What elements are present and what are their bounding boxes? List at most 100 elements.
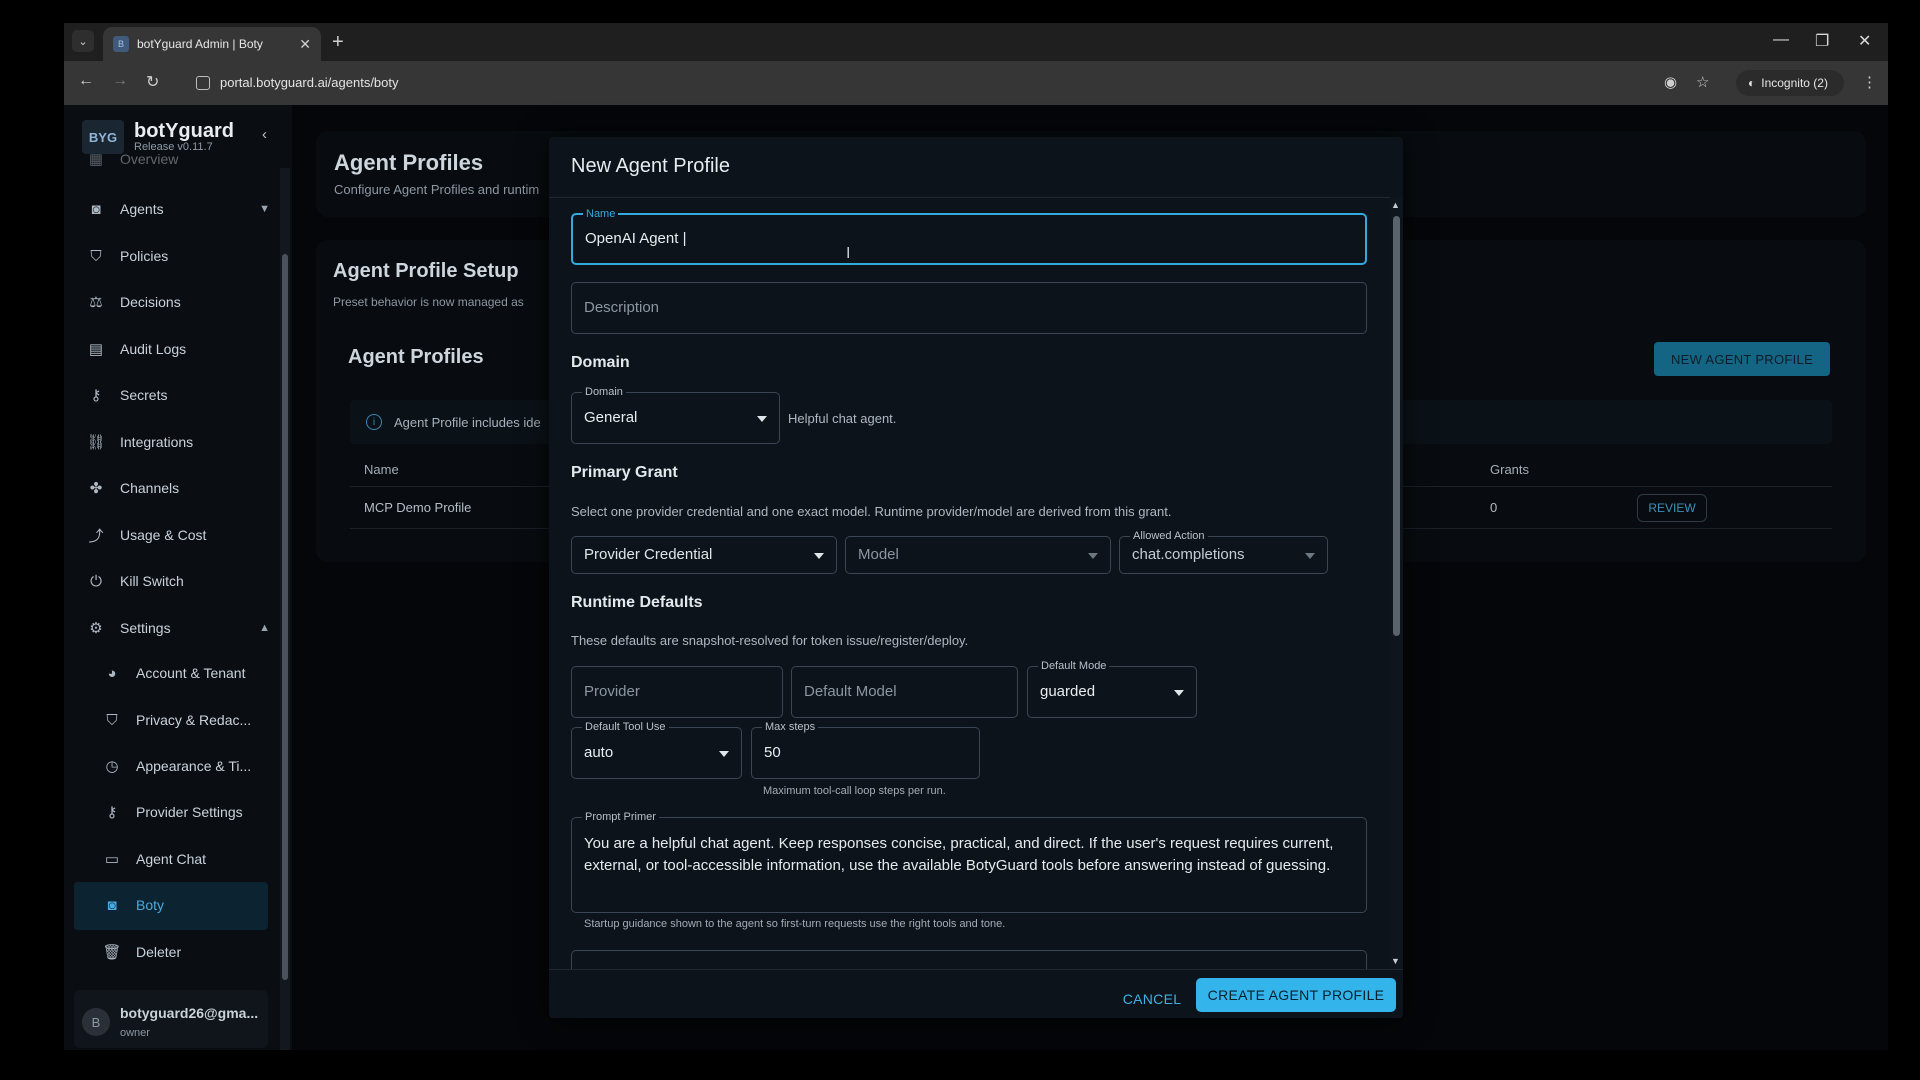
chevron-down-icon bbox=[1305, 553, 1315, 559]
default-mode-select[interactable]: Default Mode guarded bbox=[1027, 659, 1197, 718]
sidebar-item-label: Boty bbox=[136, 897, 165, 913]
url-field[interactable]: portal.botyguard.ai/agents/boty bbox=[196, 75, 399, 90]
chevron-down-icon bbox=[719, 751, 729, 757]
sidebar-item-label: Decisions bbox=[120, 294, 181, 310]
new-tab-icon[interactable]: + bbox=[332, 31, 344, 53]
column-header-name[interactable]: Name bbox=[364, 462, 399, 477]
name-value: OpenAI Agent | bbox=[585, 230, 687, 247]
site-settings-icon[interactable] bbox=[196, 75, 210, 90]
default-mode-label: Default Mode bbox=[1038, 659, 1110, 673]
prompt-primer-helper: Startup guidance shown to the agent so f… bbox=[584, 918, 1006, 930]
create-agent-profile-button[interactable]: CREATE AGENT PROFILE bbox=[1196, 978, 1396, 1012]
key-icon: ⚷ bbox=[90, 387, 102, 404]
tab-search-dropdown-icon[interactable]: ⌄ bbox=[72, 30, 94, 52]
sidebar-item-label: Account & Tenant bbox=[136, 665, 246, 681]
sidebar-item-label: Deleter bbox=[136, 944, 182, 960]
sidebar-item-agent-chat[interactable]: ▭ Agent Chat bbox=[102, 842, 270, 876]
restore-icon[interactable]: ❐ bbox=[1815, 31, 1829, 51]
chevron-down-icon bbox=[814, 553, 824, 559]
domain-label: Domain bbox=[582, 385, 626, 399]
robot-icon: ◙ bbox=[91, 200, 101, 218]
minimize-icon[interactable]: — bbox=[1773, 31, 1789, 49]
chevron-up-icon: ▲ bbox=[259, 622, 270, 634]
favicon-icon: B bbox=[113, 36, 129, 52]
dialog-scrollbar-thumb[interactable] bbox=[1393, 216, 1400, 636]
scroll-up-icon[interactable]: ▲ bbox=[1391, 200, 1400, 210]
sidebar-item-boty[interactable]: ◙ Boty bbox=[102, 888, 270, 922]
incognito-badge[interactable]: ◐ Incognito (2) bbox=[1736, 70, 1844, 96]
bookmark-star-icon[interactable]: ☆ bbox=[1696, 73, 1709, 91]
chevron-down-icon bbox=[757, 416, 767, 422]
avatar: B bbox=[82, 1008, 110, 1036]
sidebar-item-audit-logs[interactable]: ▤ Audit Logs bbox=[86, 332, 270, 366]
sidebar-item-label: Overview bbox=[120, 151, 179, 167]
url-text: portal.botyguard.ai/agents/boty bbox=[220, 75, 399, 90]
model-select[interactable]: Model bbox=[845, 536, 1111, 574]
sidebar-item-provider-settings[interactable]: ⚷ Provider Settings bbox=[102, 795, 270, 829]
max-steps-field[interactable]: Max steps 50 bbox=[751, 720, 980, 779]
new-agent-profile-button[interactable]: NEW AGENT PROFILE bbox=[1654, 342, 1830, 376]
sidebar-item-settings[interactable]: ⚙ Settings ▲ bbox=[86, 611, 270, 645]
description-field[interactable]: Description bbox=[571, 282, 1367, 334]
robot-icon: ◙ bbox=[107, 896, 117, 914]
reload-icon[interactable]: ↻ bbox=[146, 72, 159, 92]
model-placeholder: Model bbox=[858, 546, 899, 563]
next-field-partial[interactable] bbox=[571, 950, 1367, 970]
collapse-sidebar-icon[interactable]: ‹ bbox=[262, 126, 267, 143]
cancel-button[interactable]: CANCEL bbox=[1114, 984, 1190, 1014]
domain-helper-text: Helpful chat agent. bbox=[788, 411, 897, 426]
chart-icon: ⤴ bbox=[88, 527, 104, 545]
back-icon[interactable]: ← bbox=[78, 72, 94, 90]
brand-logo: BYG bbox=[82, 120, 124, 154]
privacy-shield-icon: ⛉ bbox=[106, 711, 118, 729]
sidebar-item-label: Settings bbox=[120, 620, 171, 636]
sidebar-item-secrets[interactable]: ⚷ Secrets bbox=[86, 378, 270, 412]
sidebar-item-usage-cost[interactable]: ⤴ Usage & Cost bbox=[86, 518, 270, 552]
review-button[interactable]: REVIEW bbox=[1637, 494, 1707, 522]
sidebar-item-integrations[interactable]: ⛓ Integrations bbox=[86, 425, 270, 459]
dialog-header-divider bbox=[549, 197, 1403, 198]
sidebar-item-appearance[interactable]: ◷ Appearance & Ti... bbox=[102, 749, 270, 783]
sidebar-item-kill-switch[interactable]: ⏻ Kill Switch bbox=[86, 564, 270, 598]
dialog-footer-divider bbox=[549, 969, 1403, 970]
eye-off-icon[interactable]: ◉ bbox=[1664, 73, 1677, 91]
close-window-icon[interactable]: ✕ bbox=[1858, 31, 1871, 51]
sidebar-item-account-tenant[interactable]: ◕ Account & Tenant bbox=[102, 656, 270, 690]
max-steps-value: 50 bbox=[764, 744, 781, 761]
sidebar-item-agents[interactable]: ◙ Agents ▼ bbox=[86, 192, 270, 226]
domain-value: General bbox=[584, 409, 638, 426]
sidebar-scrollbar-thumb[interactable] bbox=[282, 254, 288, 980]
chevron-down-icon bbox=[1088, 553, 1098, 559]
column-header-grants[interactable]: Grants bbox=[1490, 462, 1529, 477]
runtime-defaults-heading: Runtime Defaults bbox=[571, 594, 703, 611]
browser-tab[interactable]: B botYguard Admin | Boty ✕ bbox=[103, 27, 321, 61]
chat-icon: ▭ bbox=[104, 851, 120, 868]
sidebar-item-label: Kill Switch bbox=[120, 573, 184, 589]
close-tab-icon[interactable]: ✕ bbox=[299, 36, 311, 53]
sidebar-item-privacy[interactable]: ⛉ Privacy & Redac... bbox=[102, 703, 270, 737]
name-field[interactable]: Name OpenAI Agent | bbox=[571, 207, 1367, 265]
description-placeholder: Description bbox=[584, 299, 660, 316]
default-tool-use-label: Default Tool Use bbox=[582, 720, 669, 734]
info-icon: i bbox=[366, 414, 382, 430]
setup-subtitle: Preset behavior is now managed as bbox=[333, 295, 524, 309]
provider-field[interactable]: Provider bbox=[571, 666, 783, 718]
scroll-down-icon[interactable]: ▼ bbox=[1391, 956, 1400, 966]
forward-icon[interactable]: → bbox=[112, 72, 128, 90]
sidebar-item-channels[interactable]: ✤ Channels bbox=[86, 471, 270, 505]
sidebar-item-decisions[interactable]: ⚖ Decisions bbox=[86, 285, 270, 319]
provider-credential-select[interactable]: Provider Credential bbox=[571, 536, 837, 574]
default-tool-use-select[interactable]: Default Tool Use auto bbox=[571, 720, 742, 779]
default-mode-value: guarded bbox=[1040, 683, 1096, 700]
prompt-primer-value[interactable]: You are a helpful chat agent. Keep respo… bbox=[584, 833, 1354, 877]
default-model-placeholder: Default Model bbox=[804, 683, 897, 700]
table-cell-name[interactable]: MCP Demo Profile bbox=[364, 500, 471, 515]
sidebar-item-deleter[interactable]: 🗑 Deleter bbox=[102, 935, 270, 969]
sidebar-item-policies[interactable]: ⛉ Policies bbox=[86, 239, 270, 273]
default-model-field[interactable]: Default Model bbox=[791, 666, 1018, 718]
browser-menu-icon[interactable]: ⋮ bbox=[1862, 73, 1877, 91]
allowed-action-select[interactable]: Allowed Action chat.completions bbox=[1119, 529, 1328, 574]
clock-icon: ◷ bbox=[105, 758, 119, 775]
sidebar-item-overview-partial[interactable]: ▦ Overview bbox=[86, 151, 270, 167]
domain-select[interactable]: Domain General bbox=[571, 385, 780, 444]
